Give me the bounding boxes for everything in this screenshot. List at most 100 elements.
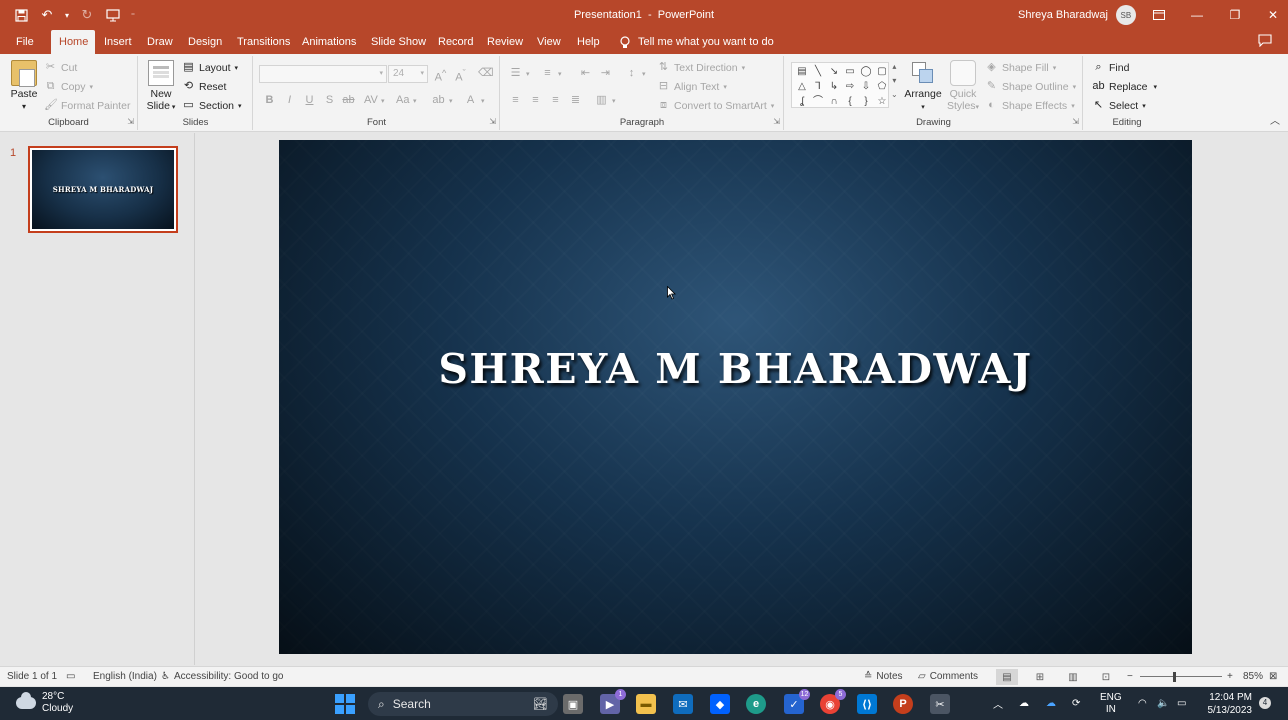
collapse-ribbon-icon[interactable]: ︿ [1270,112,1280,127]
slide-thumbnail[interactable]: SHREYA M BHARADWAJ [28,146,178,233]
font-size-box[interactable]: 24 ▾ [388,65,428,83]
find-button[interactable]: ⌕ Find [1092,61,1129,74]
cut-button[interactable]: ✂ Cut [44,61,77,74]
ribbon-display-options-icon[interactable] [1140,0,1178,30]
redo-icon[interactable]: ↻ [76,4,98,26]
mail-icon[interactable]: ✉ [673,694,693,714]
slide-title[interactable]: SHREYA M BHARADWAJ [279,345,1192,393]
dropbox-icon[interactable]: ◆ [710,694,730,714]
character-spacing-button[interactable]: AV ▾ [364,94,385,107]
italic-button[interactable]: I [283,94,296,107]
left-brace-shape-icon[interactable]: { [842,94,858,109]
reset-button[interactable]: ⟲ Reset [182,80,227,93]
bold-button[interactable]: B [263,94,276,107]
tab-review[interactable]: Review [479,30,531,54]
save-icon[interactable] [10,4,32,26]
down-arrow-shape-icon[interactable]: ⇩ [858,79,874,94]
align-text-button[interactable]: ⊟ Align Text ▾ [657,80,727,93]
fit-to-window-icon[interactable]: ⊠ [1269,667,1277,687]
quick-styles-button[interactable]: Quick Styles▾ [943,60,983,112]
bullets-button[interactable]: ☰ ▾ [509,67,530,80]
zoom-in-icon[interactable]: + [1227,667,1233,687]
shape-outline-button[interactable]: ✎ Shape Outline ▾ [985,80,1076,93]
tab-design[interactable]: Design [180,30,230,54]
slideshow-view-icon[interactable]: ⊡ [1095,669,1117,685]
line-spacing-button[interactable]: ↕ ▾ [625,67,646,80]
convert-smartart-button[interactable]: ⧈ Convert to SmartArt ▾ [657,99,774,112]
right-arrow-shape-icon[interactable]: ⇨ [842,79,858,94]
underline-button[interactable]: U [303,94,316,107]
layout-button[interactable]: ▤ Layout ▾ [182,61,238,74]
taskbar-clock[interactable]: 12:04 PM 5/13/2023 [1200,691,1253,717]
increase-indent-button[interactable]: ⇥ [599,67,612,80]
slide-count[interactable]: Slide 1 of 1 [7,667,57,687]
chrome-icon[interactable]: ◉ 5 [820,689,846,714]
scroll-up-icon[interactable]: ▴ [892,62,896,71]
customize-qat-icon[interactable]: ⁼ [128,4,138,26]
present-from-beginning-icon[interactable] [102,4,124,26]
drawing-launcher-icon[interactable]: ⇲ [1072,117,1079,126]
shapes-scroll[interactable]: ▴ ▾ ⌄ [891,62,898,99]
elbow-connector-shape-icon[interactable]: ⅂ [810,79,826,94]
rounded-rect-shape-icon[interactable]: ▢ [874,64,890,79]
slide-canvas[interactable]: SHREYA M BHARADWAJ [279,140,1192,654]
task-view-icon[interactable]: ▣ [563,694,583,714]
font-name-box[interactable]: ▾ [259,65,387,83]
tab-home[interactable]: Home [51,30,95,54]
scroll-down-icon[interactable]: ▾ [892,76,896,85]
volume-icon[interactable]: 🔈 [1157,687,1169,720]
clipboard-launcher-icon[interactable]: ⇲ [127,117,134,126]
zoom-level[interactable]: 85% [1243,667,1263,687]
numbering-button[interactable]: ≡ ▾ [541,67,561,80]
line-shape-icon[interactable]: ╲ [810,64,826,79]
triangle-shape-icon[interactable]: △ [794,79,810,94]
undo-dropdown-icon[interactable]: ▾ [62,4,72,26]
taskbar-search[interactable]: ⌕ Search 🏞 [368,692,558,716]
normal-view-icon[interactable]: ▤ [996,669,1018,685]
slide-sorter-view-icon[interactable]: ⊞ [1029,669,1051,685]
strikethrough-button[interactable]: ab [342,94,355,107]
snipping-tool-icon[interactable]: ✂ [930,694,950,714]
wifi-icon[interactable]: ◠ [1138,687,1147,720]
arrow-line-shape-icon[interactable]: ↘ [826,64,842,79]
edge-browser-icon[interactable]: e [746,694,766,714]
notification-count-badge[interactable]: 4 [1259,697,1271,709]
text-shadow-button[interactable]: S [323,94,336,107]
comments-pane-icon[interactable] [1258,34,1276,50]
tab-draw[interactable]: Draw [139,30,181,54]
zoom-slider-track[interactable] [1140,676,1222,677]
language-indicator[interactable]: English (India) [93,667,157,687]
shapes-gallery[interactable]: ▤ ╲ ↘ ▭ ◯ ▢ △ ⅂ ↳ ⇨ ⇩ ⬠ ʆ ⌒ ∩{} ☆ [791,62,889,108]
align-left-button[interactable]: ≡ [509,94,522,107]
freeform-shape-icon[interactable]: ʆ [794,94,810,109]
minimize-icon[interactable]: — [1178,0,1216,30]
reading-view-icon[interactable]: ▥ [1062,669,1084,685]
undo-icon[interactable]: ↶ [36,4,58,26]
tell-me-search[interactable]: Tell me what you want to do [620,30,774,54]
align-right-button[interactable]: ≡ [549,94,562,107]
shape-effects-button[interactable]: ◐ Shape Effects ▾ [985,99,1075,112]
align-center-button[interactable]: ≡ [529,94,542,107]
show-hidden-icons[interactable]: ︿ [993,687,1003,720]
tab-file[interactable]: File [8,30,42,54]
clear-formatting-button[interactable]: ⌫ [478,67,494,80]
curve-shape-icon[interactable]: ⌒ [810,94,826,109]
more-shapes-icon[interactable]: ⌄ [891,90,898,99]
callout-shape-icon[interactable]: ⬠ [874,79,890,94]
highlight-button[interactable]: ab ▾ [432,94,452,107]
notes-button[interactable]: ≙ Notes [864,667,903,687]
tab-transitions[interactable]: Transitions [229,30,298,54]
vscode-icon[interactable]: ⟨⟩ [857,694,877,714]
start-windows-icon[interactable] [335,694,355,714]
tab-insert[interactable]: Insert [96,30,140,54]
weather-widget[interactable]: 28°C Cloudy [16,691,73,715]
oval-shape-icon[interactable]: ◯ [858,64,874,79]
file-explorer-icon[interactable]: ▬ [636,694,656,714]
avatar[interactable]: SB [1115,5,1136,25]
decrease-font-size-button[interactable]: Aˇ [454,67,467,84]
language-switcher[interactable]: ENG IN [1100,687,1122,720]
tab-record[interactable]: Record [430,30,481,54]
onedrive-business-icon[interactable]: ☁ [1046,687,1056,720]
paragraph-launcher-icon[interactable]: ⇲ [773,117,780,126]
new-slide-button[interactable]: New Slide ▾ [145,60,177,112]
